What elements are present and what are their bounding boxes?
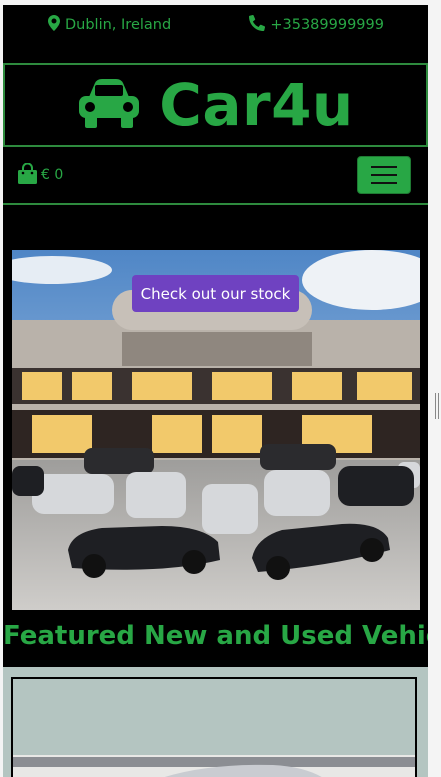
car-icon xyxy=(77,77,141,133)
cart-link[interactable]: € 0 xyxy=(18,162,64,188)
phone-text: +35389999999 xyxy=(270,17,384,33)
page: Dublin, Ireland +35389999999 Car4u € 0 C… xyxy=(3,5,428,777)
check-stock-button[interactable]: Check out our stock xyxy=(132,275,299,312)
vehicle-card[interactable] xyxy=(11,677,417,777)
shopping-bag-icon xyxy=(18,162,37,188)
resize-handle[interactable] xyxy=(435,393,439,419)
top-contact-bar: Dublin, Ireland +35389999999 xyxy=(3,5,428,45)
featured-heading: Featured New and Used Vehicles xyxy=(3,621,428,651)
brand-header[interactable]: Car4u xyxy=(3,63,428,147)
cart-amount: € 0 xyxy=(41,167,64,183)
navbar: € 0 xyxy=(3,147,428,205)
location-text: Dublin, Ireland xyxy=(65,17,172,33)
phone-icon xyxy=(249,14,266,35)
phone-info[interactable]: +35389999999 xyxy=(249,14,384,35)
hero-image: Check out our stock xyxy=(12,250,420,610)
hamburger-icon xyxy=(371,166,397,168)
location-info: Dublin, Ireland xyxy=(48,15,171,35)
featured-section xyxy=(3,667,428,777)
brand-name: Car4u xyxy=(159,71,354,139)
vehicle-photo xyxy=(13,755,415,777)
menu-toggle-button[interactable] xyxy=(357,156,411,194)
map-marker-icon xyxy=(48,15,60,35)
